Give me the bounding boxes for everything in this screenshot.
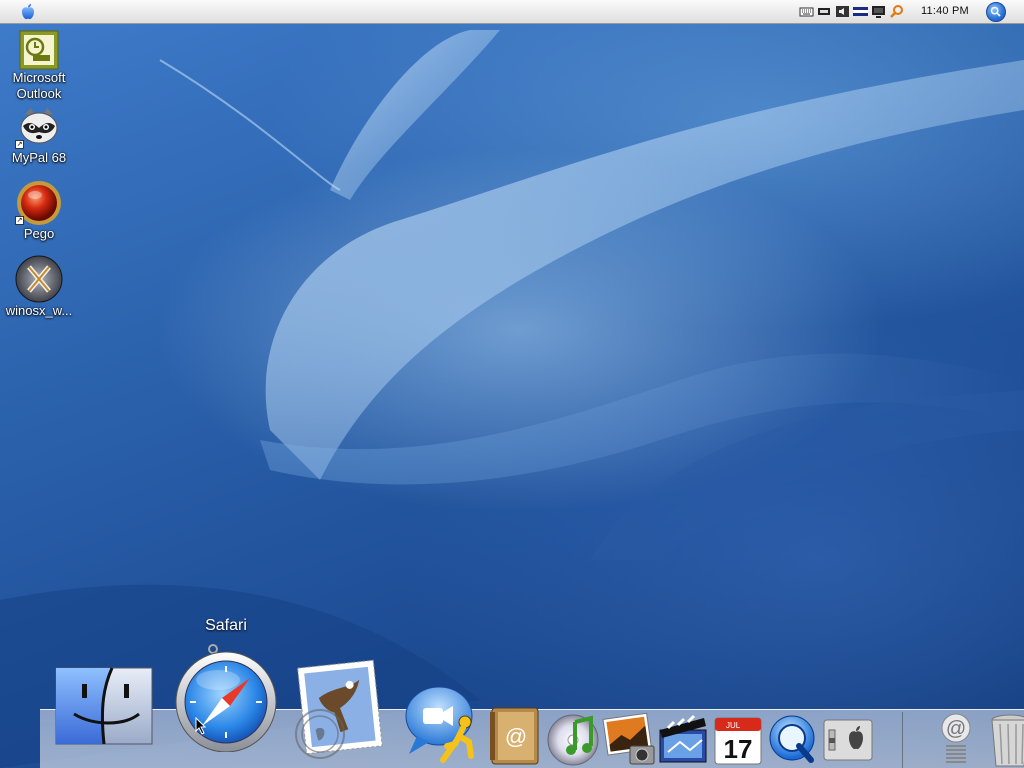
desktop-icon-winosx[interactable]: winosx_w... [0,255,78,319]
clock[interactable]: 11:40 PM [921,5,969,17]
keyboard-icon[interactable] [799,4,814,19]
address-book-icon[interactable]: @ [488,706,542,766]
outlook-icon [19,30,59,70]
system-preferences-icon[interactable] [822,716,874,764]
quicktime-icon[interactable] [767,712,819,766]
desktop-wallpaper [0,0,1024,768]
mail-drop-icon[interactable]: @ [934,712,978,768]
monitor-icon[interactable] [871,4,886,19]
ical-day: 17 [724,734,753,764]
svg-text:@: @ [505,724,527,749]
svg-text:@: @ [946,718,966,740]
desktop-icon-pego[interactable]: ↗ Pego [0,180,78,242]
shortcut-arrow-icon: ↗ [15,140,24,149]
desktop-icon-label: Microsoft Outlook [12,70,66,101]
dock-separator [902,712,903,768]
flag-icon[interactable] [853,4,868,19]
battery-icon[interactable] [817,4,832,19]
mail-icon[interactable] [290,656,390,760]
search-magnifier-icon[interactable] [889,4,904,19]
iphoto-icon[interactable] [602,712,656,766]
wallpaper-wave [0,30,1024,768]
desktop-icon-mypal[interactable]: ↗ MyPal 68 [0,106,78,166]
volume-icon[interactable] [835,4,850,19]
ichat-icon[interactable] [403,684,483,764]
dock-tooltip: Safari [205,617,247,634]
mouse-cursor-icon [195,717,207,735]
imovie-icon[interactable] [656,712,710,766]
ical-month: JUL [726,721,741,730]
desktop-icon-label: MyPal 68 [11,150,67,165]
desktop-icon-label: winosx_w... [5,303,73,318]
menu-bar: 11:40 PM [0,0,1024,24]
ical-icon[interactable]: JUL 17 [712,714,764,766]
system-tray [799,4,904,19]
desktop-icon-label: Pego [23,226,55,241]
trash-icon[interactable] [988,712,1024,768]
spotlight-icon[interactable] [986,2,1006,22]
finder-icon[interactable] [54,666,154,746]
safari-icon[interactable] [172,644,280,752]
desktop-icon-outlook[interactable]: Microsoft Outlook [0,30,78,102]
apple-menu-icon[interactable] [18,2,38,22]
shortcut-arrow-icon: ↗ [15,216,24,225]
itunes-icon[interactable] [545,710,601,766]
winosx-icon [15,255,63,303]
